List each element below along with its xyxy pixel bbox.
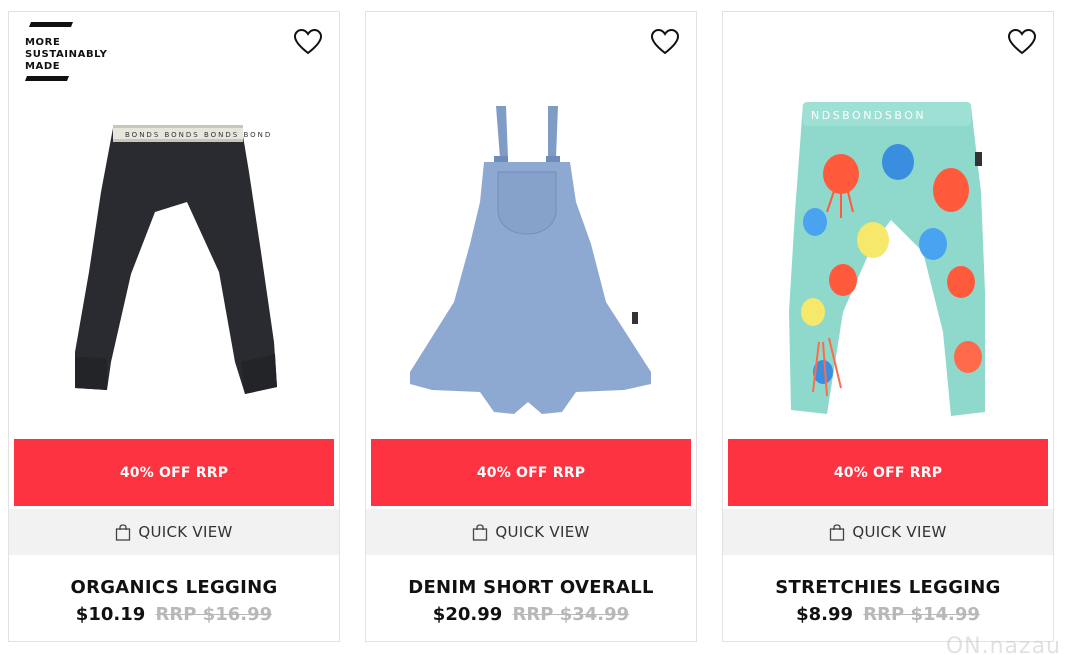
denim-overall-image [410, 106, 651, 414]
product-card[interactable]: MORE SUSTAINABLY MADE BONDS BONDS BONDS … [8, 11, 340, 642]
quick-view-button[interactable]: QUICK VIEW [723, 509, 1053, 555]
jellyfish-leggings-image: NDSBONDSBON [789, 102, 985, 416]
product-name[interactable]: ORGANICS LEGGING [9, 577, 339, 598]
product-grid: MORE SUSTAINABLY MADE BONDS BONDS BONDS … [0, 0, 1067, 655]
shopping-bag-icon [830, 523, 845, 541]
product-card[interactable]: NDSBONDSBON 40% OFF RRP QUICK VIEW STRET… [722, 11, 1054, 642]
svg-text:NDSBONDSBON: NDSBONDSBON [811, 109, 926, 122]
quick-view-label: QUICK VIEW [852, 523, 947, 541]
rrp-price: RRP $34.99 [512, 604, 630, 625]
price-row: $10.19 RRP $16.99 [9, 604, 339, 625]
promo-banner: 40% OFF RRP [371, 439, 691, 506]
quick-view-button[interactable]: QUICK VIEW [9, 509, 339, 555]
rrp-price: RRP $16.99 [155, 604, 273, 625]
shopping-bag-icon [116, 523, 131, 541]
product-image-area[interactable] [366, 12, 696, 439]
quick-view-button[interactable]: QUICK VIEW [366, 509, 696, 555]
promo-banner: 40% OFF RRP [14, 439, 334, 506]
sale-price: $10.19 [75, 604, 146, 625]
product-image-area[interactable]: NDSBONDSBON [723, 12, 1053, 439]
sale-price: $8.99 [796, 604, 853, 625]
charcoal-leggings-image: BONDS BONDS BONDS BOND [75, 125, 277, 394]
product-name[interactable]: DENIM SHORT OVERALL [366, 577, 696, 598]
rrp-price: RRP $14.99 [863, 604, 980, 625]
shopping-bag-icon [473, 523, 488, 541]
promo-banner: 40% OFF RRP [728, 439, 1048, 506]
quick-view-label: QUICK VIEW [138, 523, 233, 541]
price-row: $20.99 RRP $34.99 [366, 604, 696, 625]
watermark: ON.nazau [945, 634, 1061, 655]
quick-view-label: QUICK VIEW [495, 523, 590, 541]
product-card[interactable]: 40% OFF RRP QUICK VIEW DENIM SHORT OVERA… [365, 11, 697, 642]
product-image-area[interactable]: MORE SUSTAINABLY MADE BONDS BONDS BONDS … [9, 12, 339, 439]
price-row: $8.99 RRP $14.99 [723, 604, 1053, 625]
sale-price: $20.99 [432, 604, 503, 625]
svg-text:BONDS BONDS BONDS BOND: BONDS BONDS BONDS BOND [125, 131, 272, 139]
product-name[interactable]: STRETCHIES LEGGING [723, 577, 1053, 598]
